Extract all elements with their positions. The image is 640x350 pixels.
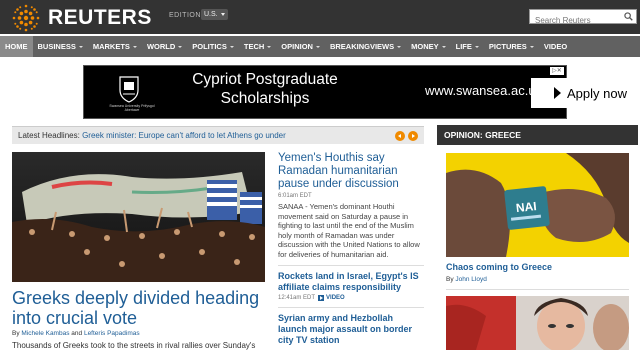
opinion-byline: By John Lloyd xyxy=(446,276,487,283)
divider xyxy=(278,307,424,308)
opinion-author-link[interactable]: John Lloyd xyxy=(455,276,486,283)
nav-item-label: PICTURES xyxy=(488,42,527,51)
nav-item-label: MARKETS xyxy=(92,42,130,51)
nav-item-label: BUSINESS xyxy=(37,42,76,51)
nav-item-politics[interactable]: POLITICS xyxy=(187,36,239,57)
chevron-down-icon xyxy=(441,45,446,48)
nav-item-home[interactable]: HOME xyxy=(0,36,33,57)
timestamp-2: 12:41am EDT VIDEO xyxy=(278,295,424,301)
divider xyxy=(446,289,629,290)
search-box xyxy=(529,9,637,27)
lead-story-photo[interactable] xyxy=(12,152,265,282)
chevron-down-icon xyxy=(474,45,479,48)
latest-headlines-label: Latest Headlines: xyxy=(18,131,80,140)
top-bar: REUTERS EDITION: U.S. xyxy=(0,0,640,34)
university-name: Swansea University Prifysgol Abertawe xyxy=(109,104,155,112)
chevron-down-icon xyxy=(315,45,320,48)
latest-headline-link[interactable]: Greek minister: Europe can't afford to l… xyxy=(82,131,286,140)
next-headline-button[interactable] xyxy=(408,131,418,141)
nav-item-label: POLITICS xyxy=(192,42,227,51)
nav-item-label: TECH xyxy=(243,42,265,51)
play-icon xyxy=(318,295,325,301)
nav-item-world[interactable]: WORLD xyxy=(142,36,187,57)
nav-item-pictures[interactable]: PICTURES xyxy=(484,36,539,57)
chevron-down-icon xyxy=(397,45,402,48)
chevron-down-icon xyxy=(220,13,225,16)
nav-item-life[interactable]: LIFE xyxy=(451,36,484,57)
nav-item-label: BREAKINGVIEWS xyxy=(329,42,395,51)
nav-item-tech[interactable]: TECH xyxy=(239,36,276,57)
reuters-logo-icon xyxy=(12,4,40,32)
crowd-photo-image xyxy=(12,152,265,282)
lead-byline: By Michele Kambas and Lefteris Papadimas xyxy=(12,330,140,337)
timestamp-2-text: 12:41am EDT xyxy=(278,295,316,301)
nav-item-breakingviews[interactable]: BREAKINGVIEWS xyxy=(325,36,406,57)
main-nav: HOME BUSINESS MARKETS WORLD POLITICS TECH OPIN… xyxy=(0,36,640,57)
chevron-down-icon xyxy=(78,45,83,48)
edition-label: EDITION: xyxy=(169,12,204,19)
reuters-logo[interactable]: REUTERS xyxy=(12,4,152,32)
timestamp-1: 6:01am EDT xyxy=(278,193,424,199)
headline-controls xyxy=(395,131,418,141)
apply-now-label: Apply now xyxy=(567,85,627,101)
university-crest-icon xyxy=(119,76,139,103)
hands-with-badge-image: NAI xyxy=(446,153,629,257)
opinion-photo-2[interactable] xyxy=(446,296,629,350)
advertisement-banner[interactable]: Swansea University Prifysgol Abertawe Cy… xyxy=(83,65,640,119)
nav-item-label: WORLD xyxy=(146,42,176,51)
nav-item-business[interactable]: BUSINESS xyxy=(33,36,88,57)
story-headline-1[interactable]: Yemen's Houthis say Ramadan humanitarian… xyxy=(278,152,424,191)
search-input[interactable] xyxy=(530,14,618,27)
chevron-down-icon xyxy=(229,45,234,48)
latest-headlines-bar: Latest Headlines: Greek minister: Europe… xyxy=(12,126,424,144)
chevron-down-icon xyxy=(529,45,534,48)
opinion-photo[interactable]: NAI xyxy=(446,153,629,257)
story-headline-3[interactable]: Syrian army and Hezbollah launch major a… xyxy=(278,313,424,346)
search-icon[interactable] xyxy=(624,12,633,21)
lead-summary: Thousands of Greeks took to the streets … xyxy=(12,341,256,350)
logo-wordmark: REUTERS xyxy=(48,6,152,29)
top-stories-column: Yemen's Houthis say Ramadan humanitarian… xyxy=(278,152,424,346)
adchoices-icon[interactable]: ▷✕ xyxy=(550,67,564,75)
reuters-homepage: REUTERS EDITION: U.S. HOME BUSINESS MARKET… xyxy=(0,0,640,350)
video-label: VIDEO xyxy=(326,295,345,301)
story-summary-1: SANAA - Yemen's dominant Houthi movement… xyxy=(278,202,420,259)
author-link-2[interactable]: Lefteris Papadimas xyxy=(84,330,140,337)
chevron-down-icon xyxy=(178,45,183,48)
chevron-down-icon xyxy=(267,45,272,48)
byline-and: and xyxy=(71,330,83,337)
opinion-title[interactable]: Chaos coming to Greece xyxy=(446,262,552,272)
nav-item-money[interactable]: MONEY xyxy=(406,36,451,57)
nav-item-label: HOME xyxy=(5,42,28,51)
previous-headline-button[interactable] xyxy=(395,131,405,141)
nav-item-video[interactable]: VIDEO xyxy=(539,36,572,57)
author-link-1[interactable]: Michele Kambas xyxy=(21,330,69,337)
opinion-section-header[interactable]: OPINION: GREECE xyxy=(437,125,638,145)
byline-prefix: By xyxy=(12,330,20,337)
arrow-right-icon xyxy=(554,87,561,99)
edition-value: U.S. xyxy=(204,11,218,18)
ad-headline: Cypriot Postgraduate Scholarships xyxy=(192,71,338,107)
apply-now-button[interactable]: Apply now xyxy=(531,78,640,108)
nav-item-markets[interactable]: MARKETS xyxy=(88,36,142,57)
nav-item-label: VIDEO xyxy=(543,42,568,51)
svg-text:NAI: NAI xyxy=(515,199,537,215)
protesters-image xyxy=(446,296,629,350)
nav-item-label: LIFE xyxy=(455,42,472,51)
ad-url: www.swansea.ac.uk xyxy=(425,83,543,98)
nav-item-label: OPINION xyxy=(281,42,313,51)
nav-item-label: MONEY xyxy=(411,42,439,51)
edition-dropdown[interactable]: U.S. xyxy=(201,9,228,20)
divider xyxy=(278,265,424,266)
story-headline-2[interactable]: Rockets land in Israel, Egypt's IS affil… xyxy=(278,271,424,293)
lead-story-headline[interactable]: Greeks deeply divided heading into cruci… xyxy=(12,288,270,328)
nav-item-opinion[interactable]: OPINION xyxy=(276,36,325,57)
chevron-down-icon xyxy=(132,45,137,48)
opinion-by-prefix: By xyxy=(446,276,454,283)
timestamp-1-text: 6:01am EDT xyxy=(278,193,312,199)
video-link[interactable]: VIDEO xyxy=(318,295,345,301)
